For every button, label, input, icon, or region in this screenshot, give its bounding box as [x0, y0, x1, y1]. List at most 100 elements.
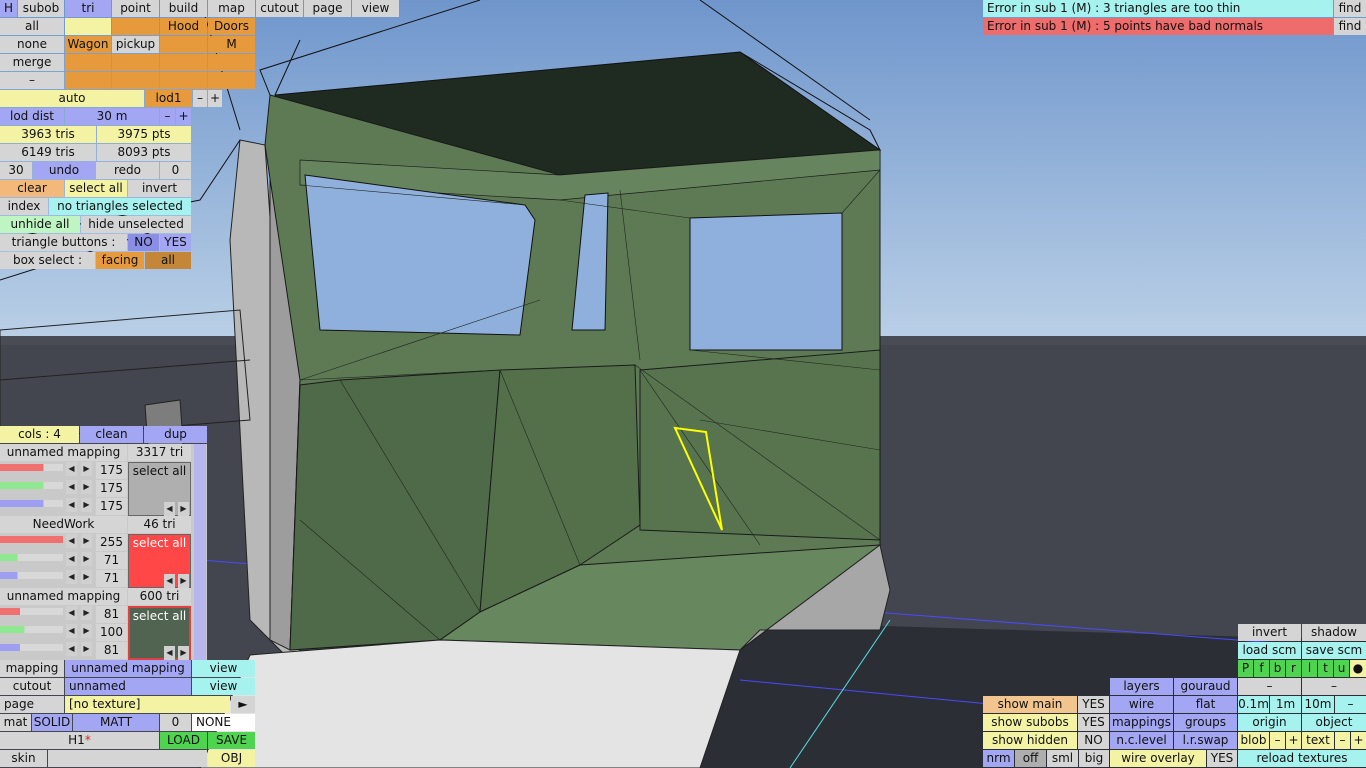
group-pickup[interactable]: pickup	[112, 36, 159, 53]
left-arrow-icon[interactable]: ◀	[66, 462, 77, 476]
group-cell[interactable]	[160, 36, 207, 53]
normals-sml-button[interactable]: sml	[1047, 750, 1078, 767]
normals-off-button[interactable]: off	[1015, 750, 1046, 767]
reload-textures-button[interactable]: reload textures	[1238, 750, 1366, 767]
save-button[interactable]: SAVE	[208, 732, 255, 749]
blue-value[interactable]: 71	[96, 570, 127, 587]
right-arrow-icon[interactable]: ▶	[178, 502, 189, 516]
left-arrow-icon[interactable]: ◀	[164, 574, 175, 588]
undo-button[interactable]: undo	[33, 162, 95, 179]
box-select-facing[interactable]: facing	[96, 252, 144, 269]
text-minus-button[interactable]: –	[1335, 732, 1350, 749]
blue-value[interactable]: 81	[96, 642, 127, 659]
step-minus-button[interactable]: –	[1335, 696, 1366, 713]
load-button[interactable]: LOAD	[160, 732, 207, 749]
right-arrow-icon[interactable]: ▶	[81, 552, 92, 566]
clean-button[interactable]: clean	[80, 426, 143, 443]
cutout-view-button[interactable]: view	[192, 678, 255, 695]
cutout-select[interactable]: unnamed	[65, 678, 191, 695]
mapping-name[interactable]: unnamed mapping	[0, 444, 127, 461]
lod-minus-button[interactable]: –	[193, 90, 207, 107]
step-01m-button[interactable]: 0.1m	[1238, 696, 1269, 713]
left-arrow-icon[interactable]: ◀	[164, 502, 175, 516]
invert-button[interactable]: invert	[128, 180, 191, 197]
right-arrow-icon[interactable]: ▶	[178, 646, 189, 660]
groups-button[interactable]: groups	[1174, 714, 1237, 731]
redo-button[interactable]: redo	[96, 162, 159, 179]
normals-nrm-button[interactable]: nrm	[983, 750, 1014, 767]
skin-field[interactable]	[48, 750, 207, 767]
wire-button[interactable]: wire	[1110, 696, 1173, 713]
green-value[interactable]: 100	[96, 624, 127, 641]
left-arrow-icon[interactable]: ◀	[66, 480, 77, 494]
group-cell[interactable]	[160, 72, 207, 89]
mapping-select[interactable]: unnamed mapping	[65, 660, 191, 677]
group-minus-button[interactable]: –	[0, 72, 64, 89]
minus-button[interactable]: –	[1302, 678, 1366, 695]
right-arrow-icon[interactable]: ▶	[178, 574, 189, 588]
green-slider[interactable]	[0, 482, 63, 489]
right-arrow-icon[interactable]: ▶	[81, 624, 92, 638]
gouraud-button[interactable]: gouraud	[1174, 678, 1237, 695]
minus-button[interactable]: –	[1238, 678, 1301, 695]
tab-h[interactable]: H	[0, 0, 17, 17]
left-arrow-icon[interactable]: ◀	[66, 606, 77, 620]
view-r-button[interactable]: r	[1286, 660, 1301, 677]
show-subobs-toggle[interactable]: YES	[1078, 714, 1109, 731]
wire-overlay-toggle[interactable]: YES	[1207, 750, 1237, 767]
origin-button[interactable]: origin	[1238, 714, 1301, 731]
mat-none[interactable]: NONE	[192, 714, 255, 731]
view-f-button[interactable]: f	[1254, 660, 1269, 677]
normals-big-button[interactable]: big	[1079, 750, 1109, 767]
red-slider[interactable]	[0, 464, 63, 471]
group-all-button[interactable]: all	[0, 18, 64, 35]
save-scm-button[interactable]: save scm	[1302, 642, 1366, 659]
view-t-button[interactable]: t	[1318, 660, 1333, 677]
group-wagon[interactable]: Wagon	[65, 36, 111, 53]
red-value[interactable]: 81	[96, 606, 127, 623]
shadow-button[interactable]: shadow	[1302, 624, 1366, 641]
group-cell[interactable]	[160, 54, 207, 71]
left-arrow-icon[interactable]: ◀	[66, 534, 77, 548]
lod-plus-button[interactable]: +	[208, 90, 222, 107]
select-all-label[interactable]: select all	[129, 463, 190, 480]
right-arrow-icon[interactable]: ▶	[81, 570, 92, 584]
tab-page[interactable]: page	[304, 0, 351, 17]
show-main-toggle[interactable]: YES	[1078, 696, 1109, 713]
show-hidden-toggle[interactable]: NO	[1078, 732, 1109, 749]
mapping-name[interactable]: unnamed mapping	[0, 588, 127, 605]
left-arrow-icon[interactable]: ◀	[66, 642, 77, 656]
right-arrow-icon[interactable]: ▶	[81, 480, 92, 494]
group-cell[interactable]	[208, 54, 255, 71]
tab-tri[interactable]: tri	[65, 0, 111, 17]
lod-select[interactable]: lod1	[145, 90, 192, 107]
tab-view[interactable]: view	[352, 0, 399, 17]
group-cell[interactable]	[112, 54, 159, 71]
left-arrow-icon[interactable]: ◀	[66, 498, 77, 512]
dup-button[interactable]: dup	[144, 426, 207, 443]
nc-level-button[interactable]: n.c.level	[1110, 732, 1173, 749]
tab-subob[interactable]: subob	[18, 0, 64, 17]
step-1m-button[interactable]: 1m	[1270, 696, 1301, 713]
group-cell[interactable]	[65, 72, 111, 89]
view-l-button[interactable]: l	[1302, 660, 1317, 677]
view-u-button[interactable]: u	[1334, 660, 1349, 677]
right-arrow-icon[interactable]: ▶	[81, 498, 92, 512]
lod-dist-minus[interactable]: –	[160, 108, 175, 125]
blob-plus-button[interactable]: +	[1286, 732, 1301, 749]
select-all-label[interactable]: select all	[129, 535, 190, 552]
group-doors[interactable]: Doors	[208, 18, 255, 35]
mapping-view-button[interactable]: view	[192, 660, 255, 677]
find-button[interactable]: find	[1334, 18, 1366, 35]
right-arrow-icon[interactable]: ▶	[81, 642, 92, 656]
left-arrow-icon[interactable]: ◀	[66, 624, 77, 638]
lod-dist-value[interactable]: 30 m	[65, 108, 159, 125]
obj-button[interactable]: OBJ	[208, 750, 255, 767]
triangle-buttons-no[interactable]: NO	[128, 234, 159, 251]
red-value[interactable]: 175	[96, 462, 127, 479]
select-all-label[interactable]: select all	[130, 608, 189, 625]
page-next-button[interactable]: ►	[231, 696, 255, 713]
invert-view-button[interactable]: invert	[1238, 624, 1301, 641]
left-arrow-icon[interactable]: ◀	[164, 646, 175, 660]
view-b-button[interactable]: b	[1270, 660, 1285, 677]
